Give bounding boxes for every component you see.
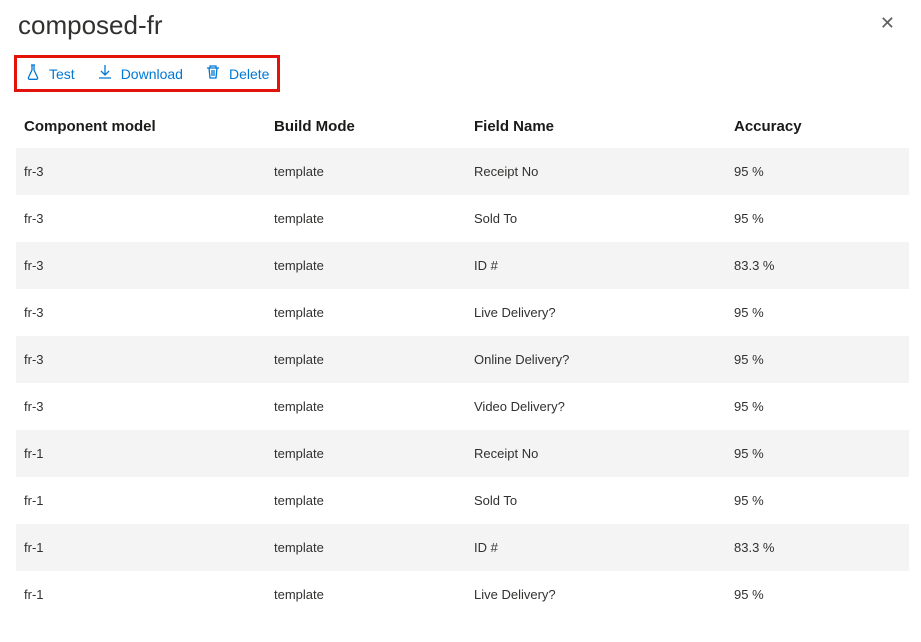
cell-build-mode: template	[266, 305, 466, 320]
cell-field-name: Sold To	[466, 493, 726, 508]
table-row[interactable]: fr-1templateSold To95 %	[16, 477, 909, 524]
table-row[interactable]: fr-1templateID #83.3 %	[16, 524, 909, 571]
cell-component-model: fr-1	[16, 493, 266, 508]
table-row[interactable]: fr-3templateOnline Delivery?95 %	[16, 336, 909, 383]
test-button[interactable]: Test	[25, 64, 75, 83]
cell-build-mode: template	[266, 399, 466, 414]
table-row[interactable]: fr-1templateReceipt No95 %	[16, 430, 909, 477]
delete-button-label: Delete	[229, 66, 269, 82]
cell-build-mode: template	[266, 352, 466, 367]
cell-component-model: fr-1	[16, 446, 266, 461]
download-button-label: Download	[121, 66, 183, 82]
cell-build-mode: template	[266, 587, 466, 602]
cell-component-model: fr-3	[16, 399, 266, 414]
toolbar-highlight: Test Download Delete	[14, 55, 280, 92]
page-title: composed-fr	[18, 10, 163, 41]
cell-build-mode: template	[266, 211, 466, 226]
col-field-name: Field Name	[466, 118, 726, 135]
cell-field-name: Online Delivery?	[466, 352, 726, 367]
cell-component-model: fr-3	[16, 164, 266, 179]
table-row[interactable]: fr-3templateReceipt No95 %	[16, 148, 909, 195]
cell-component-model: fr-3	[16, 352, 266, 367]
cell-component-model: fr-3	[16, 211, 266, 226]
cell-build-mode: template	[266, 540, 466, 555]
download-icon	[97, 64, 113, 83]
cell-field-name: Video Delivery?	[466, 399, 726, 414]
cell-component-model: fr-3	[16, 305, 266, 320]
cell-component-model: fr-1	[16, 587, 266, 602]
cell-component-model: fr-3	[16, 258, 266, 273]
table-header: Component model Build Mode Field Name Ac…	[16, 104, 909, 148]
cell-component-model: fr-1	[16, 540, 266, 555]
cell-field-name: Live Delivery?	[466, 587, 726, 602]
table-row[interactable]: fr-3templateID #83.3 %	[16, 242, 909, 289]
table-scroll-area[interactable]: Component model Build Mode Field Name Ac…	[8, 100, 917, 634]
close-button[interactable]: ✕	[872, 10, 903, 36]
col-accuracy: Accuracy	[726, 118, 909, 135]
cell-field-name: ID #	[466, 258, 726, 273]
cell-build-mode: template	[266, 258, 466, 273]
close-icon: ✕	[880, 13, 895, 33]
cell-field-name: Receipt No	[466, 446, 726, 461]
cell-build-mode: template	[266, 164, 466, 179]
cell-accuracy: 95 %	[726, 493, 909, 508]
cell-build-mode: template	[266, 493, 466, 508]
cell-accuracy: 95 %	[726, 211, 909, 226]
cell-accuracy: 83.3 %	[726, 258, 909, 273]
table-row[interactable]: fr-3templateLive Delivery?95 %	[16, 289, 909, 336]
delete-button[interactable]: Delete	[205, 64, 269, 83]
cell-accuracy: 95 %	[726, 352, 909, 367]
cell-field-name: Receipt No	[466, 164, 726, 179]
cell-accuracy: 95 %	[726, 587, 909, 602]
cell-accuracy: 83.3 %	[726, 540, 909, 555]
table-row[interactable]: fr-3templateSold To95 %	[16, 195, 909, 242]
col-build-mode: Build Mode	[266, 118, 466, 135]
download-button[interactable]: Download	[97, 64, 183, 83]
trash-icon	[205, 64, 221, 83]
col-component-model: Component model	[16, 118, 266, 135]
test-button-label: Test	[49, 66, 75, 82]
data-table: Component model Build Mode Field Name Ac…	[8, 100, 917, 618]
cell-field-name: Sold To	[466, 211, 726, 226]
cell-accuracy: 95 %	[726, 399, 909, 414]
cell-build-mode: template	[266, 446, 466, 461]
table-row[interactable]: fr-3templateVideo Delivery?95 %	[16, 383, 909, 430]
cell-field-name: ID #	[466, 540, 726, 555]
cell-field-name: Live Delivery?	[466, 305, 726, 320]
flask-icon	[25, 64, 41, 83]
cell-accuracy: 95 %	[726, 446, 909, 461]
cell-accuracy: 95 %	[726, 164, 909, 179]
table-body: fr-3templateReceipt No95 %fr-3templateSo…	[16, 148, 909, 618]
table-row[interactable]: fr-1templateLive Delivery?95 %	[16, 571, 909, 618]
cell-accuracy: 95 %	[726, 305, 909, 320]
